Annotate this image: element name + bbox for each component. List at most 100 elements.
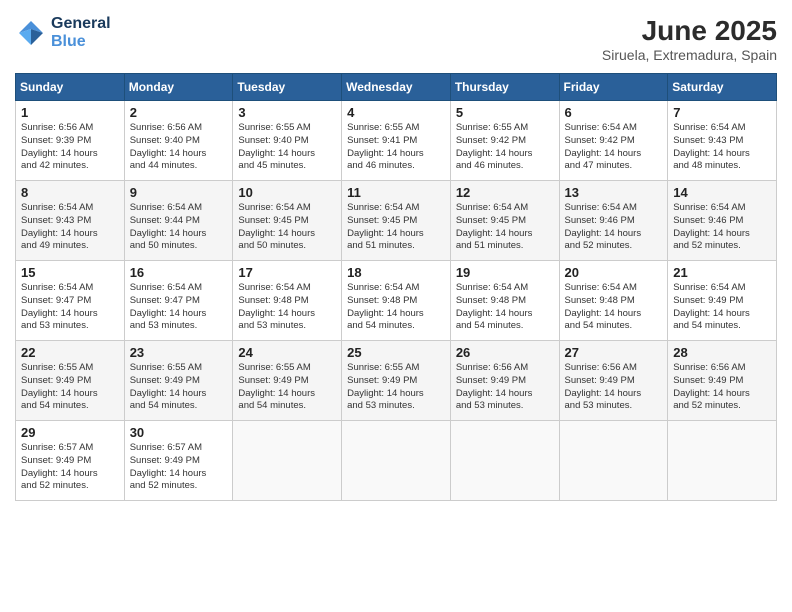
day-number: 4	[347, 105, 445, 120]
col-tuesday: Tuesday	[233, 74, 342, 101]
calendar-cell: 19 Sunrise: 6:54 AM Sunset: 9:48 PM Dayl…	[450, 261, 559, 341]
col-friday: Friday	[559, 74, 668, 101]
daylight-text: Daylight: 14 hoursand 52 minutes.	[565, 228, 642, 252]
day-number: 15	[21, 265, 119, 280]
calendar-cell	[450, 421, 559, 501]
day-info: Sunrise: 6:54 AM Sunset: 9:45 PM Dayligh…	[456, 202, 554, 253]
sunset-text: Sunset: 9:48 PM	[456, 295, 526, 306]
sunrise-text: Sunrise: 6:55 AM	[238, 122, 310, 133]
sunrise-text: Sunrise: 6:54 AM	[130, 282, 202, 293]
day-info: Sunrise: 6:54 AM Sunset: 9:49 PM Dayligh…	[673, 282, 771, 333]
calendar-header-row: Sunday Monday Tuesday Wednesday Thursday…	[16, 74, 777, 101]
day-info: Sunrise: 6:55 AM Sunset: 9:49 PM Dayligh…	[21, 362, 119, 413]
day-number: 3	[238, 105, 336, 120]
day-number: 28	[673, 345, 771, 360]
calendar-cell: 4 Sunrise: 6:55 AM Sunset: 9:41 PM Dayli…	[342, 101, 451, 181]
sunset-text: Sunset: 9:47 PM	[130, 295, 200, 306]
daylight-text: Daylight: 14 hoursand 51 minutes.	[347, 228, 424, 252]
calendar-cell: 13 Sunrise: 6:54 AM Sunset: 9:46 PM Dayl…	[559, 181, 668, 261]
day-info: Sunrise: 6:54 AM Sunset: 9:44 PM Dayligh…	[130, 202, 228, 253]
day-info: Sunrise: 6:57 AM Sunset: 9:49 PM Dayligh…	[21, 442, 119, 493]
sunset-text: Sunset: 9:46 PM	[673, 215, 743, 226]
day-info: Sunrise: 6:56 AM Sunset: 9:49 PM Dayligh…	[673, 362, 771, 413]
sunset-text: Sunset: 9:49 PM	[21, 375, 91, 386]
day-number: 2	[130, 105, 228, 120]
sunset-text: Sunset: 9:49 PM	[130, 375, 200, 386]
sunset-text: Sunset: 9:45 PM	[456, 215, 526, 226]
daylight-text: Daylight: 14 hoursand 50 minutes.	[130, 228, 207, 252]
day-info: Sunrise: 6:55 AM Sunset: 9:41 PM Dayligh…	[347, 122, 445, 173]
daylight-text: Daylight: 14 hoursand 53 minutes.	[238, 308, 315, 332]
day-number: 9	[130, 185, 228, 200]
sunset-text: Sunset: 9:45 PM	[347, 215, 417, 226]
sunset-text: Sunset: 9:42 PM	[456, 135, 526, 146]
daylight-text: Daylight: 14 hoursand 46 minutes.	[456, 148, 533, 172]
daylight-text: Daylight: 14 hoursand 42 minutes.	[21, 148, 98, 172]
sunrise-text: Sunrise: 6:57 AM	[130, 442, 202, 453]
daylight-text: Daylight: 14 hoursand 54 minutes.	[347, 308, 424, 332]
calendar-week-row: 8 Sunrise: 6:54 AM Sunset: 9:43 PM Dayli…	[16, 181, 777, 261]
day-number: 27	[565, 345, 663, 360]
day-number: 14	[673, 185, 771, 200]
daylight-text: Daylight: 14 hoursand 51 minutes.	[456, 228, 533, 252]
day-info: Sunrise: 6:55 AM Sunset: 9:49 PM Dayligh…	[130, 362, 228, 413]
calendar-cell: 26 Sunrise: 6:56 AM Sunset: 9:49 PM Dayl…	[450, 341, 559, 421]
logo-icon	[15, 17, 47, 49]
calendar-cell: 27 Sunrise: 6:56 AM Sunset: 9:49 PM Dayl…	[559, 341, 668, 421]
col-thursday: Thursday	[450, 74, 559, 101]
sunset-text: Sunset: 9:47 PM	[21, 295, 91, 306]
calendar-cell	[233, 421, 342, 501]
location-subtitle: Siruela, Extremadura, Spain	[602, 47, 777, 63]
day-number: 17	[238, 265, 336, 280]
day-info: Sunrise: 6:54 AM Sunset: 9:45 PM Dayligh…	[238, 202, 336, 253]
sunset-text: Sunset: 9:49 PM	[347, 375, 417, 386]
day-info: Sunrise: 6:54 AM Sunset: 9:42 PM Dayligh…	[565, 122, 663, 173]
sunrise-text: Sunrise: 6:54 AM	[238, 202, 310, 213]
daylight-text: Daylight: 14 hoursand 52 minutes.	[673, 388, 750, 412]
day-number: 25	[347, 345, 445, 360]
daylight-text: Daylight: 14 hoursand 54 minutes.	[238, 388, 315, 412]
sunrise-text: Sunrise: 6:55 AM	[130, 362, 202, 373]
calendar-cell: 11 Sunrise: 6:54 AM Sunset: 9:45 PM Dayl…	[342, 181, 451, 261]
day-info: Sunrise: 6:54 AM Sunset: 9:46 PM Dayligh…	[673, 202, 771, 253]
daylight-text: Daylight: 14 hoursand 54 minutes.	[673, 308, 750, 332]
calendar-cell	[342, 421, 451, 501]
sunrise-text: Sunrise: 6:54 AM	[673, 122, 745, 133]
sunrise-text: Sunrise: 6:54 AM	[565, 122, 637, 133]
calendar-table: Sunday Monday Tuesday Wednesday Thursday…	[15, 73, 777, 501]
day-info: Sunrise: 6:54 AM Sunset: 9:48 PM Dayligh…	[238, 282, 336, 333]
day-number: 13	[565, 185, 663, 200]
day-info: Sunrise: 6:54 AM Sunset: 9:43 PM Dayligh…	[21, 202, 119, 253]
daylight-text: Daylight: 14 hoursand 46 minutes.	[347, 148, 424, 172]
day-info: Sunrise: 6:56 AM Sunset: 9:49 PM Dayligh…	[565, 362, 663, 413]
day-info: Sunrise: 6:57 AM Sunset: 9:49 PM Dayligh…	[130, 442, 228, 493]
daylight-text: Daylight: 14 hoursand 53 minutes.	[130, 308, 207, 332]
sunset-text: Sunset: 9:40 PM	[130, 135, 200, 146]
page-header: General Blue June 2025 Siruela, Extremad…	[15, 15, 777, 63]
sunrise-text: Sunrise: 6:54 AM	[347, 282, 419, 293]
calendar-cell: 25 Sunrise: 6:55 AM Sunset: 9:49 PM Dayl…	[342, 341, 451, 421]
calendar-cell: 2 Sunrise: 6:56 AM Sunset: 9:40 PM Dayli…	[124, 101, 233, 181]
sunrise-text: Sunrise: 6:55 AM	[21, 362, 93, 373]
calendar-cell: 14 Sunrise: 6:54 AM Sunset: 9:46 PM Dayl…	[668, 181, 777, 261]
calendar-week-row: 15 Sunrise: 6:54 AM Sunset: 9:47 PM Dayl…	[16, 261, 777, 341]
sunrise-text: Sunrise: 6:54 AM	[456, 282, 528, 293]
day-info: Sunrise: 6:54 AM Sunset: 9:46 PM Dayligh…	[565, 202, 663, 253]
sunset-text: Sunset: 9:49 PM	[238, 375, 308, 386]
col-wednesday: Wednesday	[342, 74, 451, 101]
day-info: Sunrise: 6:54 AM Sunset: 9:48 PM Dayligh…	[456, 282, 554, 333]
calendar-cell: 5 Sunrise: 6:55 AM Sunset: 9:42 PM Dayli…	[450, 101, 559, 181]
calendar-cell: 30 Sunrise: 6:57 AM Sunset: 9:49 PM Dayl…	[124, 421, 233, 501]
day-number: 26	[456, 345, 554, 360]
sunset-text: Sunset: 9:43 PM	[673, 135, 743, 146]
day-number: 19	[456, 265, 554, 280]
day-number: 12	[456, 185, 554, 200]
sunrise-text: Sunrise: 6:56 AM	[673, 362, 745, 373]
daylight-text: Daylight: 14 hoursand 53 minutes.	[456, 388, 533, 412]
col-monday: Monday	[124, 74, 233, 101]
sunset-text: Sunset: 9:49 PM	[130, 455, 200, 466]
calendar-cell: 20 Sunrise: 6:54 AM Sunset: 9:48 PM Dayl…	[559, 261, 668, 341]
calendar-cell: 8 Sunrise: 6:54 AM Sunset: 9:43 PM Dayli…	[16, 181, 125, 261]
month-year-title: June 2025	[602, 15, 777, 47]
day-info: Sunrise: 6:54 AM Sunset: 9:48 PM Dayligh…	[347, 282, 445, 333]
